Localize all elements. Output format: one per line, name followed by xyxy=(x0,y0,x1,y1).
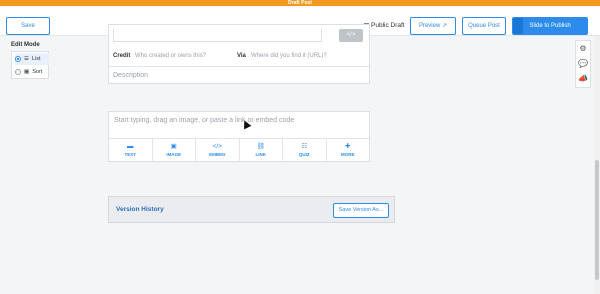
tool-link[interactable]: ⛓ LINK xyxy=(240,139,283,162)
queue-post-button[interactable]: Queue Post xyxy=(462,17,506,35)
publish-slider-handle[interactable] xyxy=(513,18,523,34)
url-input[interactable] xyxy=(113,29,322,42)
sort-radio[interactable] xyxy=(15,69,21,75)
text-icon: ▬ xyxy=(127,143,134,150)
description-input[interactable]: Description xyxy=(113,72,148,79)
save-button[interactable]: Save xyxy=(6,17,50,35)
tool-image[interactable]: ▣ IMAGE xyxy=(153,139,196,162)
right-toolbar: ⚙ 💬 📣 xyxy=(575,40,591,88)
tool-embed[interactable]: </> EMBED xyxy=(196,139,240,162)
list-label: List xyxy=(31,56,41,62)
credit-via-row: Credit Who created or owns this? Via Whe… xyxy=(113,53,367,59)
public-draft-label: Public Draft xyxy=(371,22,405,29)
tool-quiz-label: QUIZ xyxy=(298,152,310,157)
tool-text[interactable]: ▬ TEXT xyxy=(109,139,153,162)
grid-icon: ▦ xyxy=(24,69,30,75)
version-history-title[interactable]: Version History xyxy=(116,206,164,213)
code-icon: </> xyxy=(212,143,222,150)
edit-mode-list-option[interactable]: ☰ List xyxy=(15,53,49,65)
tool-more-label: MORE xyxy=(341,152,355,157)
list-icon: ☰ xyxy=(24,56,29,62)
save-version-as-button[interactable]: Save Version As... xyxy=(333,203,389,218)
tool-text-label: TEXT xyxy=(124,152,136,157)
content-input[interactable]: Start typing, drag an image, or paste a … xyxy=(114,117,294,124)
source-card: </> Credit Who created or owns this? Via… xyxy=(108,24,370,84)
link-icon: ⛓ xyxy=(256,143,265,150)
publish-label: Slide to Publish xyxy=(529,23,571,29)
link-icon[interactable]: </> xyxy=(339,29,363,42)
quiz-icon: ☷ xyxy=(301,143,308,150)
preview-button[interactable]: Preview ↗ xyxy=(410,17,456,35)
preview-label: Preview xyxy=(418,23,441,29)
credit-input[interactable]: Who created or owns this? xyxy=(135,53,237,59)
tool-link-label: LINK xyxy=(255,152,267,157)
version-history-panel: Version History Save Version As... xyxy=(108,196,395,223)
content-card: Start typing, drag an image, or paste a … xyxy=(108,111,370,162)
sort-label: Sort xyxy=(32,69,43,75)
tool-more[interactable]: ✚ MORE xyxy=(327,139,370,162)
edit-mode-options: ☰ List ▦ Sort xyxy=(11,51,49,79)
via-input[interactable]: Where did you find it (URL)? xyxy=(251,53,327,59)
slide-to-publish-button[interactable]: Slide to Publish xyxy=(512,17,588,35)
divider xyxy=(109,66,369,67)
content-toolbar: ▬ TEXT ▣ IMAGE </> EMBED ⛓ LINK ☷ QUIZ ✚… xyxy=(109,138,369,162)
list-radio[interactable] xyxy=(15,56,21,62)
comment-icon[interactable]: 💬 xyxy=(576,56,590,71)
credit-label: Credit xyxy=(113,53,131,59)
tool-quiz[interactable]: ☷ QUIZ xyxy=(283,139,327,162)
tool-image-label: IMAGE xyxy=(166,152,182,157)
edit-mode-title: Edit Mode xyxy=(11,42,40,48)
megaphone-icon[interactable]: 📣 xyxy=(576,71,590,86)
tool-embed-label: EMBED xyxy=(209,152,226,157)
edit-mode-sort-option[interactable]: ▦ Sort xyxy=(15,66,49,78)
gear-icon[interactable]: ⚙ xyxy=(576,41,590,56)
edit-mode-panel: Edit Mode ☰ List ▦ Sort xyxy=(11,42,49,79)
external-link-icon: ↗ xyxy=(441,23,448,29)
plus-icon: ✚ xyxy=(345,143,351,150)
scrollbar-thumb[interactable] xyxy=(595,160,599,280)
public-draft-toggle[interactable]: Public Draft xyxy=(364,22,405,29)
image-icon: ▣ xyxy=(170,143,177,150)
via-label: Via xyxy=(237,53,246,59)
